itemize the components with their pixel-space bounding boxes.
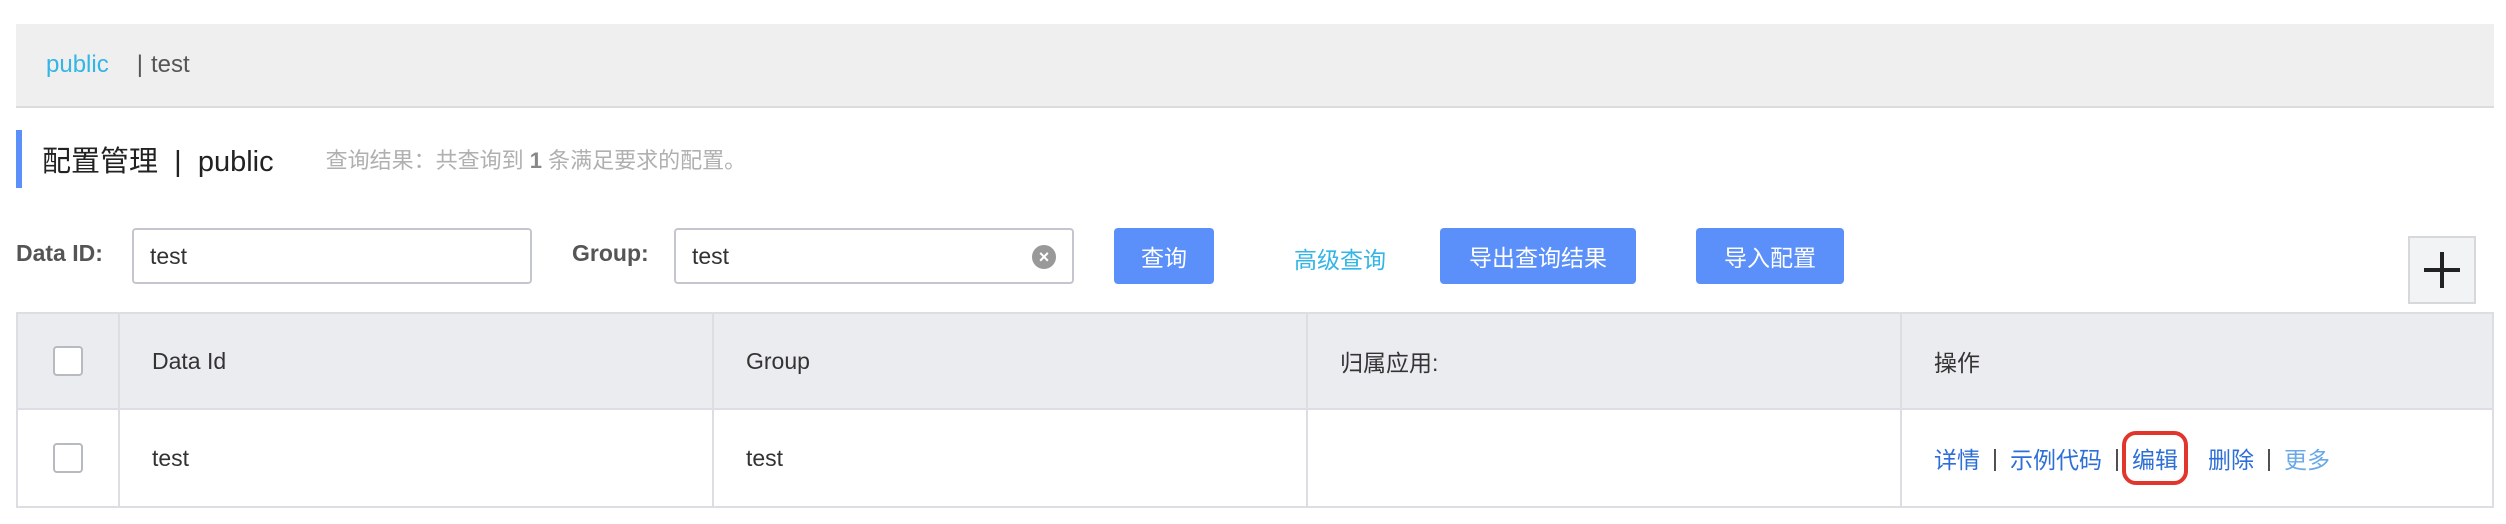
plus-icon [2424,252,2460,288]
action-sample-code-link[interactable]: 示例代码 [2010,441,2102,475]
action-more-link[interactable]: 更多 [2284,441,2330,475]
namespace-bar: public | test [16,24,2494,108]
column-header-app: 归属应用: [1308,314,1902,408]
group-input[interactable]: test × [674,228,1074,284]
query-button[interactable]: 查询 [1114,228,1214,284]
namespace-test-link[interactable]: test [151,51,190,79]
page-title: 配置管理 | public [42,146,274,178]
query-result-summary: 查询结果：共查询到 1 条满足要求的配置。 [325,148,747,173]
cell-actions: 详情 | 示例代码 | 编辑 | 删除 | 更多 [1902,410,2492,506]
title-accent-bar [16,130,22,188]
page-header: 配置管理 | public 查询结果：共查询到 1 条满足要求的配置。 [16,130,746,188]
advanced-query-link[interactable]: 高级查询 [1294,241,1386,275]
clear-icon[interactable]: × [1032,245,1056,269]
data-id-label: Data ID: [16,240,103,266]
action-delete-link[interactable]: 删除 [2208,441,2254,475]
table-row: test test 详情 | 示例代码 | 编辑 | 删除 | 更多 [18,410,2492,506]
namespace-public-link[interactable]: public [46,51,109,79]
config-table: Data Id Group 归属应用: 操作 test test 详情 | 示例… [16,312,2494,508]
cell-data-id: test [120,410,714,506]
action-separator: | [2113,444,2120,471]
row-checkbox[interactable] [53,443,83,473]
select-all-checkbox[interactable] [53,346,83,376]
action-separator: | [2265,444,2272,471]
row-select-cell [18,410,120,506]
action-separator: | [1992,444,1998,471]
select-all-cell [18,314,120,408]
column-header-group: Group [714,314,1308,408]
cell-app [1308,410,1902,506]
data-id-input[interactable]: test [132,228,532,284]
column-header-actions: 操作 [1934,350,1980,376]
cell-group: test [714,410,1308,506]
action-detail-link[interactable]: 详情 [1934,441,1980,475]
export-results-button[interactable]: 导出查询结果 [1440,228,1636,284]
namespace-separator: | [136,51,143,78]
import-config-button[interactable]: 导入配置 [1696,228,1844,284]
table-header-row: Data Id Group 归属应用: 操作 [18,314,2492,410]
group-label: Group: [572,240,649,266]
add-config-button[interactable] [2408,236,2476,304]
action-edit-link[interactable]: 编辑 [2121,431,2188,485]
column-header-data-id: Data Id [120,314,714,408]
